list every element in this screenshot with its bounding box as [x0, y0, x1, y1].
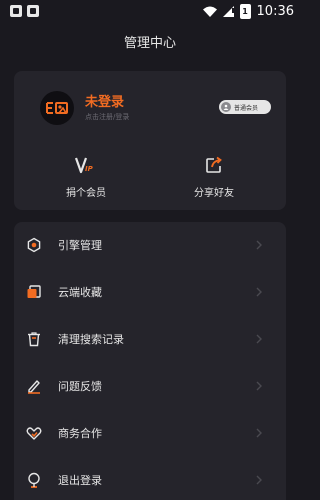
clock: 10:36 — [256, 3, 294, 19]
avatar[interactable] — [40, 91, 74, 125]
donate-vip-button[interactable]: IP 捐个会员 — [41, 154, 131, 199]
menu-item-label: 云端收藏 — [58, 286, 102, 299]
header: 管理中心 — [0, 22, 300, 60]
menu-item-cloud-favorites[interactable]: 云端收藏 — [14, 269, 286, 315]
wifi-icon — [202, 6, 217, 17]
logout-icon — [26, 472, 42, 488]
login-title[interactable]: 未登录 — [85, 91, 124, 110]
app-notification-icon-2 — [27, 5, 39, 17]
member-badge[interactable]: 普通会员 — [219, 100, 271, 114]
handshake-icon — [26, 425, 42, 441]
menu-item-business-cooperation[interactable]: 商务合作 — [14, 410, 286, 456]
trash-icon — [26, 331, 42, 347]
battery-icon: 1 — [239, 3, 251, 19]
page-title: 管理中心 — [123, 35, 176, 51]
menu-item-label: 清理搜索记录 — [58, 333, 124, 346]
cloud-favorites-icon — [26, 284, 42, 300]
share-friends-label: 分享好友 — [194, 188, 234, 199]
menu-item-feedback[interactable]: 问题反馈 — [14, 363, 286, 409]
avatar-logo-icon — [46, 102, 68, 114]
status-bar: 1 10:36 — [0, 0, 300, 22]
chevron-right-icon — [254, 334, 264, 344]
share-icon — [203, 154, 225, 176]
app-notification-icon — [10, 5, 22, 17]
menu-item-label: 问题反馈 — [58, 380, 102, 393]
status-left — [10, 5, 39, 17]
chevron-right-icon — [254, 240, 264, 250]
chevron-right-icon — [254, 428, 264, 438]
vip-icon: IP — [75, 154, 97, 176]
chevron-right-icon — [254, 475, 264, 485]
engine-icon — [26, 237, 42, 253]
chevron-right-icon — [254, 381, 264, 391]
menu-item-label: 退出登录 — [58, 474, 102, 487]
battery-level: 1 — [242, 6, 248, 16]
member-badge-label: 普通会员 — [234, 104, 259, 112]
user-icon — [221, 102, 231, 112]
login-subtitle[interactable]: 点击注册/登录 — [85, 112, 129, 122]
menu-item-label: 引擎管理 — [58, 239, 102, 252]
menu-item-label: 商务合作 — [58, 427, 102, 440]
profile-card: 未登录 点击注册/登录 普通会员 IP 捐个会员 分享好友 — [14, 71, 286, 210]
menu-item-engine-management[interactable]: 引擎管理 — [14, 222, 286, 268]
edit-icon — [26, 378, 42, 394]
menu-card: 引擎管理 云端收藏 清理搜索记录 问题反馈 商务合作 退出登录 — [14, 222, 286, 500]
share-friends-button[interactable]: 分享好友 — [169, 154, 259, 199]
chevron-right-icon — [254, 287, 264, 297]
menu-item-logout[interactable]: 退出登录 — [14, 457, 286, 500]
donate-vip-label: 捐个会员 — [66, 188, 106, 199]
status-right: 1 10:36 — [202, 3, 294, 19]
signal-icon — [222, 5, 234, 17]
svg-text:IP: IP — [85, 165, 94, 173]
menu-item-clear-search-history[interactable]: 清理搜索记录 — [14, 316, 286, 362]
